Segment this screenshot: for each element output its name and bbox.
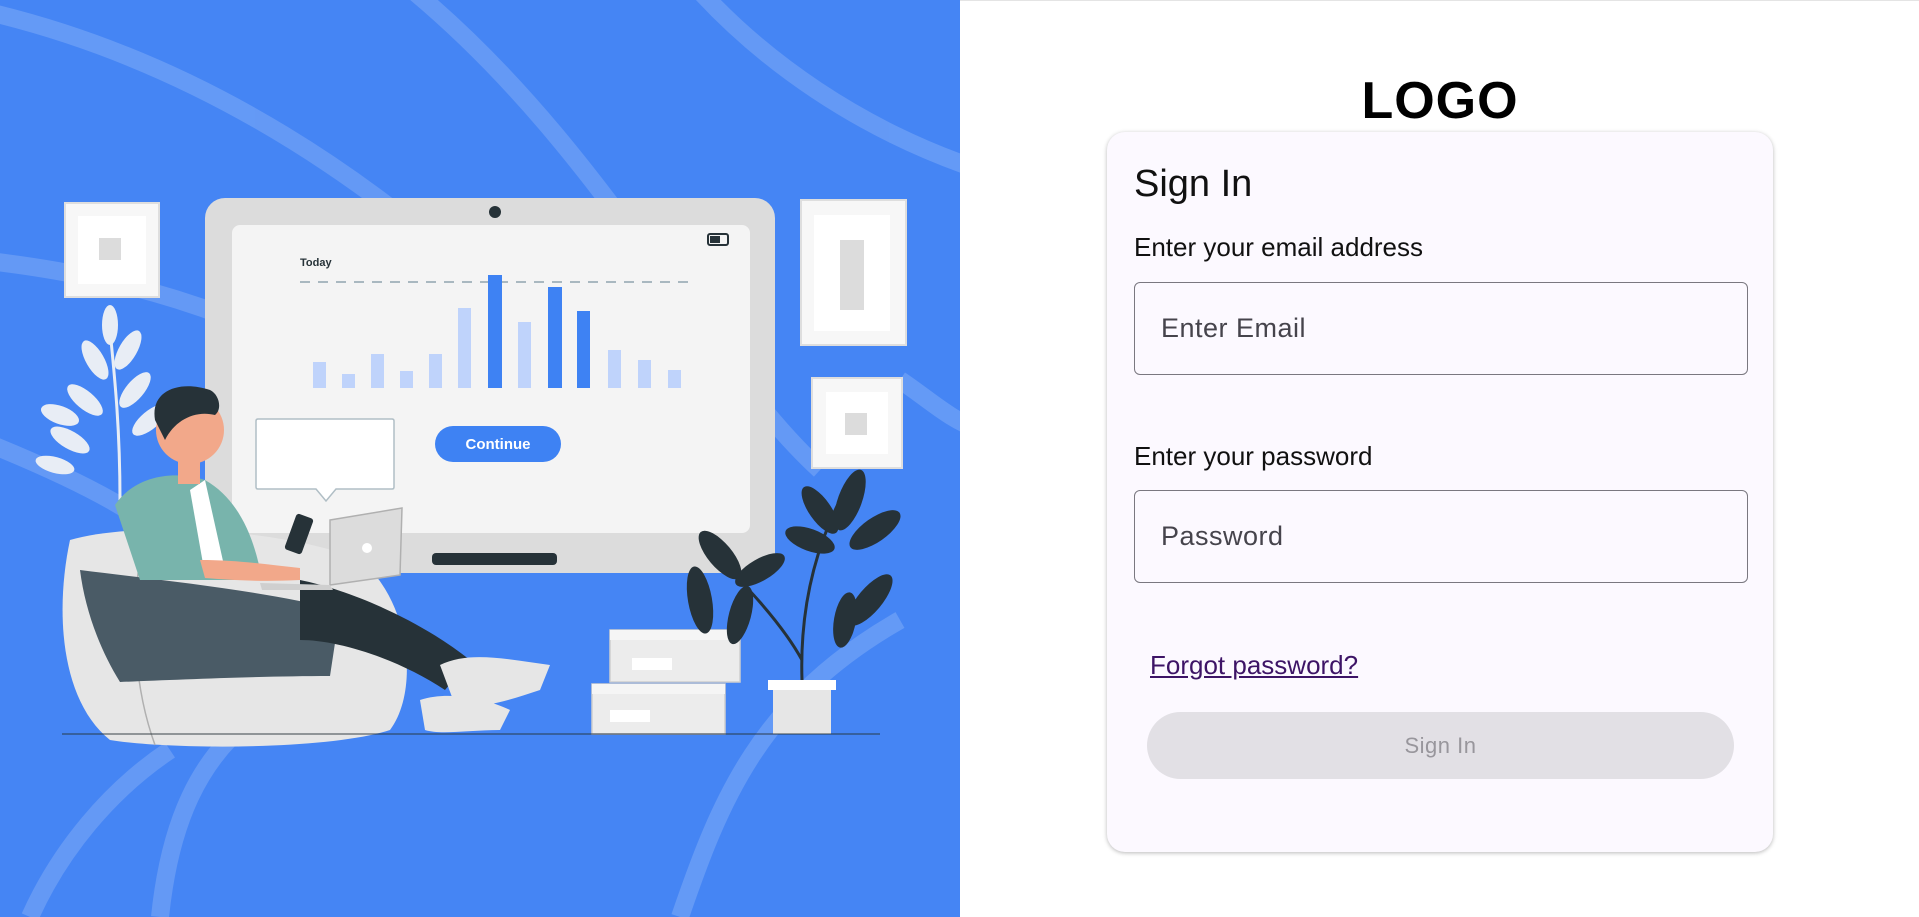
signin-card: Sign In Enter your email address Enter y…	[1107, 132, 1773, 852]
svg-text:Continue: Continue	[466, 436, 531, 453]
speech-bubble	[255, 418, 395, 503]
frame-left	[64, 202, 160, 298]
storage-boxes	[591, 629, 741, 735]
password-input[interactable]	[1135, 491, 1747, 582]
email-input[interactable]	[1135, 283, 1747, 374]
hero-illustration: Today Continue	[0, 0, 960, 917]
password-label: Enter your password	[1134, 441, 1373, 471]
frame-right-small	[811, 377, 903, 469]
illustration-continue-button: Continue	[435, 426, 561, 462]
email-field[interactable]	[1134, 282, 1748, 375]
email-label: Enter your email address	[1134, 232, 1424, 262]
signin-title: Sign In	[1134, 163, 1253, 205]
frame-right-tall	[800, 199, 907, 346]
forgot-password-link[interactable]: Forgot password?	[1150, 650, 1358, 680]
chart-heading: Today	[300, 257, 332, 269]
logo: LOGO	[1361, 72, 1519, 130]
signin-button[interactable]: Sign In	[1147, 712, 1734, 779]
password-field[interactable]	[1134, 490, 1748, 583]
